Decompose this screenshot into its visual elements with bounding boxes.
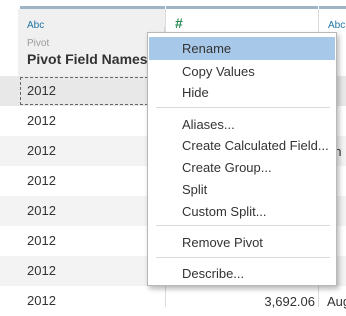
menu-separator [156, 107, 330, 108]
menu-item-custom-split[interactable]: Custom Split... [149, 200, 335, 223]
string-type-icon[interactable]: Abc [27, 20, 44, 31]
menu-item-label: Split [182, 182, 208, 197]
menu-item-label: Describe... [182, 266, 245, 281]
year-cell[interactable]: 2012 [27, 173, 56, 188]
menu-item-copy-values[interactable]: Copy Values [149, 60, 335, 83]
menu-item-label: Aliases... [182, 117, 235, 132]
year-cell[interactable]: 2012 [27, 263, 56, 278]
year-cell[interactable]: 2012 [27, 233, 56, 248]
column-source-label: Pivot [27, 38, 50, 49]
menu-item-label: Create Group... [182, 160, 272, 175]
menu-item-split[interactable]: Split [149, 178, 335, 201]
menu-item-aliases[interactable]: Aliases... [149, 113, 335, 136]
year-cell[interactable]: 2012 [27, 203, 56, 218]
year-cell[interactable]: 2012 [27, 83, 56, 98]
menu-item-create-group[interactable]: Create Group... [149, 156, 335, 179]
number-type-icon[interactable]: # [175, 15, 183, 31]
menu-item-label: Hide [182, 85, 209, 100]
menu-item-hide[interactable]: Hide [149, 81, 335, 104]
column-title: Pivot Field Names [27, 51, 148, 67]
year-cell[interactable]: 2012 [27, 113, 56, 128]
year-cell[interactable]: 2012 [27, 293, 56, 308]
string-type-icon[interactable]: Abc [328, 20, 345, 31]
menu-item-create-calculated-field[interactable]: Create Calculated Field... [149, 134, 335, 157]
menu-item-describe[interactable]: Describe... [149, 262, 335, 285]
menu-item-label: Create Calculated Field... [182, 138, 329, 153]
column-header-pivot-field-names[interactable]: Abc Pivot Pivot Field Names [18, 9, 180, 76]
menu-separator [156, 257, 330, 258]
table-row: 2012 3,692.06 Aug [0, 286, 346, 316]
menu-item-label: Remove Pivot [182, 235, 263, 250]
menu-item-label: Rename [182, 41, 232, 56]
column-context-menu: Rename Copy Values Hide Aliases... Creat… [147, 32, 337, 286]
menu-separator [156, 225, 330, 226]
menu-item-rename[interactable]: Rename [149, 37, 335, 60]
menu-item-label: Copy Values [182, 64, 255, 79]
menu-item-label: Custom Split... [182, 204, 267, 219]
menu-item-remove-pivot[interactable]: Remove Pivot [149, 231, 335, 254]
year-cell[interactable]: 2012 [27, 143, 56, 158]
